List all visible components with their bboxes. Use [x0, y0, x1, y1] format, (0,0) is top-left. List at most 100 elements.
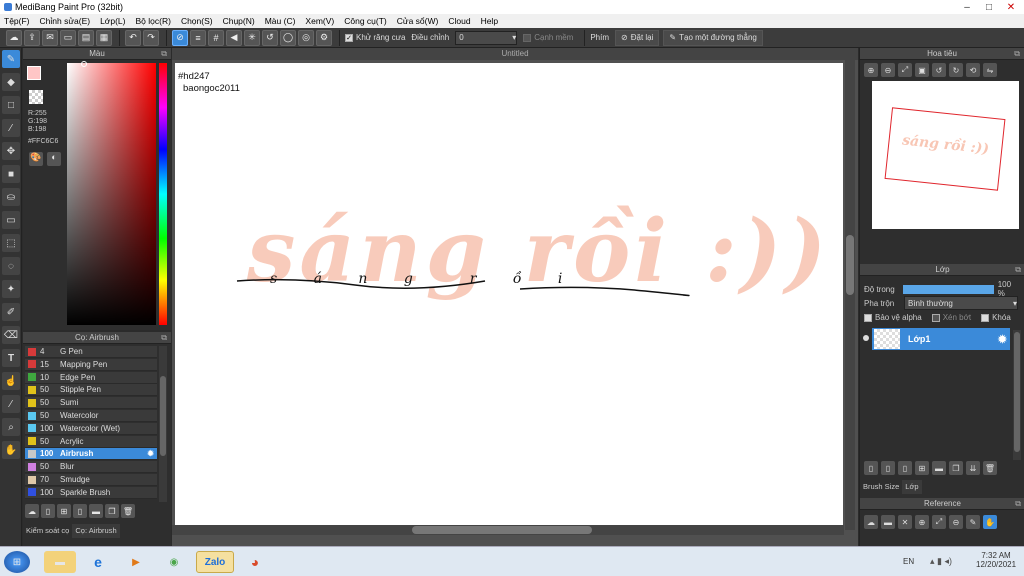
- foreground-color-swatch[interactable]: [27, 66, 41, 80]
- zoom-in-icon[interactable]: ⊕: [915, 515, 929, 529]
- actual-size-icon[interactable]: ▣: [915, 63, 929, 77]
- select-pen-icon[interactable]: ✐: [2, 303, 20, 321]
- soft-edge-checkbox[interactable]: Cạnh mềm: [523, 33, 573, 42]
- brush-item[interactable]: 50 Sumi: [25, 397, 157, 410]
- blend-select[interactable]: Bình thường ▾: [904, 296, 1018, 310]
- brush-item[interactable]: 50 Stipple Pen: [25, 384, 157, 397]
- menu-tools[interactable]: Công cụ(T): [344, 16, 387, 26]
- snap-off-icon[interactable]: ⊘: [172, 29, 188, 46]
- brush-item[interactable]: 50 Acrylic: [25, 435, 157, 448]
- menu-filter[interactable]: Bộ lọc(R): [136, 16, 171, 26]
- chat-icon[interactable]: ▭: [60, 29, 76, 46]
- brush-item[interactable]: 100 Airbrush ✹: [25, 448, 157, 461]
- language-indicator[interactable]: EN: [903, 557, 914, 566]
- brush-item[interactable]: 100 Sparkle Brush: [25, 486, 157, 499]
- circle-snap-icon[interactable]: ◯: [280, 29, 296, 46]
- brush-item[interactable]: 50 Watercolor: [25, 410, 157, 422]
- hand-icon[interactable]: ✋: [983, 515, 997, 529]
- layer-item[interactable]: Lớp1 ✹: [872, 328, 1010, 350]
- folder-icon[interactable]: ▬: [89, 504, 103, 518]
- fit-icon[interactable]: ⤢: [932, 515, 946, 529]
- reset-button[interactable]: ⊘ Đặt lại: [615, 29, 660, 46]
- move-tool-icon[interactable]: ✥: [2, 142, 20, 160]
- brush-item[interactable]: 10 Edge Pen: [25, 371, 157, 384]
- radial-snap-icon[interactable]: ◀: [226, 29, 242, 46]
- brush-settings-icon[interactable]: ✹: [147, 449, 154, 458]
- curve-snap-icon[interactable]: ↺: [262, 29, 278, 46]
- grid-snap-icon[interactable]: #: [208, 29, 224, 46]
- media-player-icon[interactable]: ▶: [120, 551, 152, 573]
- brush-scrollbar[interactable]: [159, 346, 167, 502]
- delete-layer-icon[interactable]: 🗑: [983, 461, 997, 475]
- hue-slider[interactable]: [159, 63, 167, 325]
- palette-icon[interactable]: 🎨: [29, 152, 43, 166]
- start-icon[interactable]: ⊞: [4, 551, 30, 573]
- minimize-icon[interactable]: –: [956, 0, 978, 14]
- shape-tool-icon[interactable]: ■: [2, 165, 20, 183]
- canvas-paper[interactable]: #hd247 baongoc2011 sáng rồi :)) s á n g …: [175, 63, 843, 525]
- color-history-icon[interactable]: ◐: [47, 152, 61, 166]
- internet-explorer-icon[interactable]: e: [82, 551, 114, 573]
- comment-icon[interactable]: ✉: [42, 29, 58, 46]
- opacity-slider[interactable]: [903, 284, 994, 294]
- menu-file[interactable]: Tệp(F): [4, 16, 30, 26]
- eyedropper-icon[interactable]: ✎: [966, 515, 980, 529]
- close-icon[interactable]: ✕: [1000, 0, 1022, 14]
- dot-tool-icon[interactable]: □: [2, 96, 20, 114]
- select-tool-icon[interactable]: ⬚: [2, 234, 20, 252]
- delete-icon[interactable]: 🗑: [121, 504, 135, 518]
- open-folder-icon[interactable]: ▬: [881, 515, 895, 529]
- duplicate-layer-icon[interactable]: ❐: [949, 461, 963, 475]
- eyedropper-tool-icon[interactable]: ⁄: [2, 395, 20, 413]
- menu-select[interactable]: Chọn(S): [181, 16, 213, 26]
- new-halftone-layer-icon[interactable]: ▯: [881, 461, 895, 475]
- magic-wand-tool-icon[interactable]: ✦: [2, 280, 20, 298]
- new-8bit-layer-icon[interactable]: ▯: [898, 461, 912, 475]
- redo-icon[interactable]: ↷: [143, 29, 159, 46]
- operation-tool-icon[interactable]: ☝: [2, 372, 20, 390]
- lasso-tool-icon[interactable]: ◌: [2, 257, 20, 275]
- layer-folder-icon[interactable]: ▬: [932, 461, 946, 475]
- menu-cloud[interactable]: Cloud: [448, 16, 470, 26]
- clipping-checkbox[interactable]: [931, 313, 940, 322]
- concentric-snap-icon[interactable]: ◎: [298, 29, 314, 46]
- clock[interactable]: 7:32 AM 12/20/2021: [976, 551, 1016, 569]
- straight-line-button[interactable]: ✎ Tạo một đường thẳng: [663, 29, 763, 46]
- menu-color[interactable]: Màu (C): [265, 16, 296, 26]
- maximize-icon[interactable]: □: [978, 0, 1000, 14]
- hand-tool-icon[interactable]: ✋: [2, 441, 20, 459]
- grid-panel-icon[interactable]: ▦: [96, 29, 112, 46]
- zoom-out-icon[interactable]: ⊖: [881, 63, 895, 77]
- brush-item[interactable]: 100 Watercolor (Wet): [25, 422, 157, 435]
- text-tool-icon[interactable]: T: [2, 349, 20, 367]
- tab-brush-control[interactable]: Kiểm soát cọ: [23, 524, 72, 538]
- brush-item[interactable]: 50 Blur: [25, 461, 157, 474]
- layer-settings-icon[interactable]: ✹: [998, 333, 1007, 346]
- browser-icon[interactable]: ◉: [158, 551, 190, 573]
- zoom-in-icon[interactable]: ⊕: [864, 63, 878, 77]
- navigator-preview[interactable]: sáng rồi :)): [872, 81, 1019, 229]
- lock-checkbox[interactable]: [981, 313, 990, 322]
- brush-item[interactable]: 4 G Pen: [25, 346, 157, 358]
- cloud-icon[interactable]: ☁: [864, 515, 878, 529]
- select-eraser-icon[interactable]: ⌫: [2, 326, 20, 344]
- rotate-left-icon[interactable]: ↺: [932, 63, 946, 77]
- tab-brush-size[interactable]: Brush Size: [860, 480, 902, 494]
- zalo-icon[interactable]: Zalo: [196, 551, 234, 573]
- duplicate-icon[interactable]: ❐: [105, 504, 119, 518]
- brush-tool-icon[interactable]: ✎: [2, 50, 20, 68]
- canvas-horizontal-scrollbar[interactable]: [172, 525, 844, 535]
- tab-brush[interactable]: Cọ: Airbrush: [72, 524, 120, 538]
- undo-icon[interactable]: ↶: [125, 29, 141, 46]
- protect-alpha-checkbox[interactable]: [864, 313, 872, 322]
- antialias-checkbox[interactable]: ✓ Khử răng cưa: [345, 33, 405, 42]
- brush-item[interactable]: 15 Mapping Pen: [25, 358, 157, 371]
- eye-icon[interactable]: [863, 335, 869, 341]
- menu-window[interactable]: Cửa sổ(W): [397, 16, 439, 26]
- bucket-tool-icon[interactable]: ⛀: [2, 188, 20, 206]
- parallel-snap-icon[interactable]: ≡: [190, 29, 206, 46]
- zoom-tool-icon[interactable]: ⌕: [2, 418, 20, 436]
- add-layer-icon[interactable]: ⊞: [915, 461, 929, 475]
- eraser-tool-icon[interactable]: ◆: [2, 73, 20, 91]
- add-brush-icon[interactable]: ⊞: [57, 504, 71, 518]
